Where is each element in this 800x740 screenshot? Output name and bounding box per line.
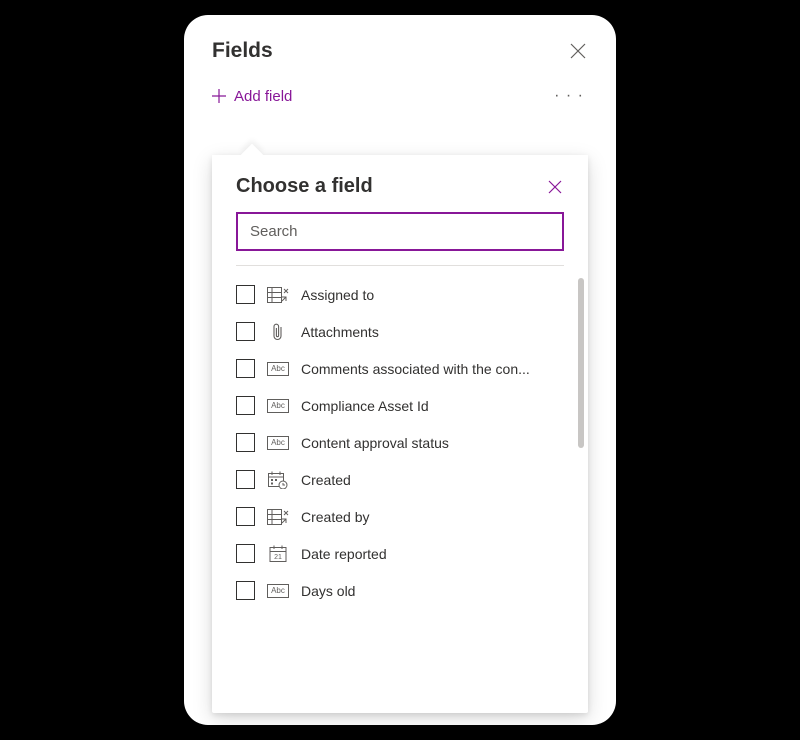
field-label: Assigned to [301,287,564,303]
checkbox[interactable] [236,507,255,526]
text-icon: Abc [267,397,289,415]
attachment-icon [267,323,289,341]
choose-field-dropdown: Choose a field Assigned to [212,155,588,713]
dropdown-close-button[interactable] [546,178,564,196]
panel-title: Fields [212,39,273,63]
fields-panel: Fields Add field · · · Choose a field [184,15,616,725]
add-field-label: Add field [234,88,292,105]
field-item-created[interactable]: Created [236,461,564,498]
svg-text:21: 21 [274,554,282,561]
close-icon [548,180,562,194]
text-icon: Abc [267,434,289,452]
field-item-assigned-to[interactable]: Assigned to [236,276,564,313]
ellipsis-icon: · · · [554,87,584,104]
field-label: Comments associated with the con... [301,361,564,377]
calendar-date-icon: 21 [267,545,289,563]
close-icon [570,43,586,59]
field-label: Content approval status [301,435,564,451]
field-label: Date reported [301,546,564,562]
text-icon: Abc [267,582,289,600]
field-label: Attachments [301,324,564,340]
field-item-attachments[interactable]: Attachments [236,313,564,350]
more-options-button[interactable]: · · · [550,87,588,105]
dropdown-title: Choose a field [236,175,373,198]
field-item-compliance-asset-id[interactable]: Abc Compliance Asset Id [236,387,564,424]
search-container [212,212,588,265]
field-item-content-approval-status[interactable]: Abc Content approval status [236,424,564,461]
panel-toolbar: Add field · · · [184,75,616,125]
panel-header: Fields [184,15,616,75]
checkbox[interactable] [236,359,255,378]
dropdown-header: Choose a field [212,155,588,212]
field-item-days-old[interactable]: Abc Days old [236,572,564,609]
plus-icon [212,89,226,103]
person-table-icon [267,286,289,304]
person-table-icon [267,508,289,526]
checkbox[interactable] [236,433,255,452]
field-item-date-reported[interactable]: 21 Date reported [236,535,564,572]
field-item-comments[interactable]: Abc Comments associated with the con... [236,350,564,387]
field-label: Days old [301,583,564,599]
text-icon: Abc [267,360,289,378]
field-label: Created [301,472,564,488]
checkbox[interactable] [236,285,255,304]
checkbox[interactable] [236,470,255,489]
search-input[interactable] [236,212,564,251]
checkbox[interactable] [236,581,255,600]
calendar-clock-icon [267,471,289,489]
checkbox[interactable] [236,396,255,415]
panel-close-button[interactable] [568,41,588,61]
checkbox[interactable] [236,322,255,341]
add-field-button[interactable]: Add field [212,88,292,105]
field-label: Compliance Asset Id [301,398,564,414]
field-list[interactable]: Assigned to Attachments Abc Comments ass… [212,266,588,686]
field-label: Created by [301,509,564,525]
field-item-created-by[interactable]: Created by [236,498,564,535]
scrollbar[interactable] [578,278,584,448]
checkbox[interactable] [236,544,255,563]
